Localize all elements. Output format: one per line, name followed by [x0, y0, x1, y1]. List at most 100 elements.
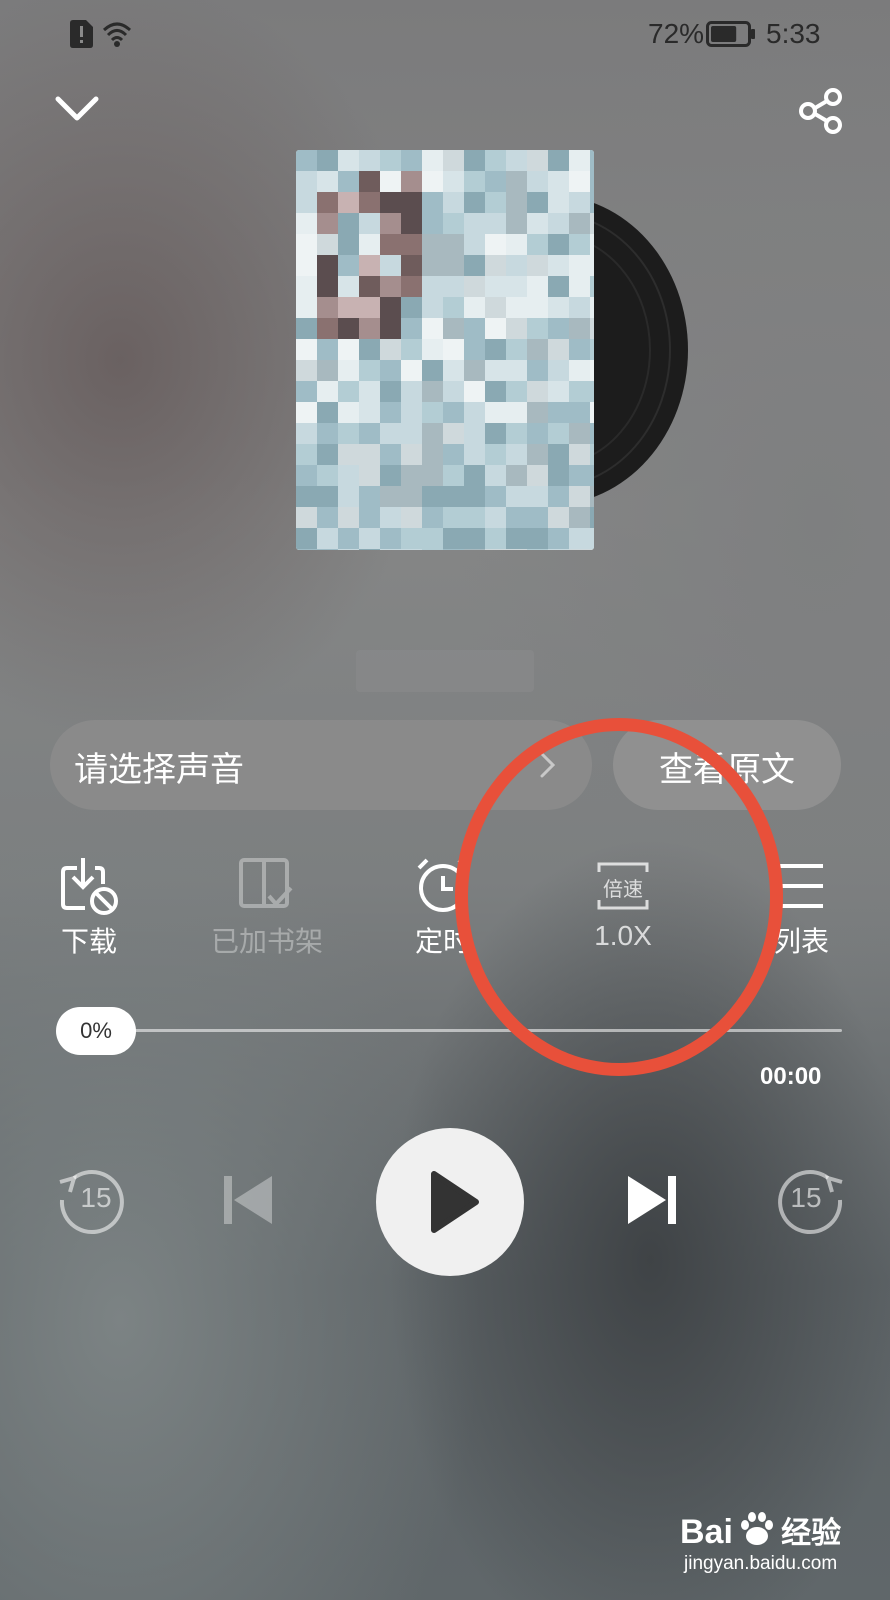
cover-pixel: [359, 213, 380, 234]
bookshelf-button[interactable]: 已加书架: [192, 856, 342, 960]
cover-pixel: [464, 423, 485, 444]
cover-pixel: [485, 171, 506, 192]
cover-pixel: [527, 486, 548, 507]
cover-pixel: [527, 318, 548, 339]
cover-pixel: [338, 381, 359, 402]
play-button[interactable]: [376, 1128, 524, 1276]
cover-pixel: [569, 381, 590, 402]
share-icon[interactable]: [796, 86, 846, 136]
cover-pixel: [401, 150, 422, 171]
cover-pixel: [422, 528, 443, 549]
cover-pixel: [338, 318, 359, 339]
cover-pixel: [338, 507, 359, 528]
cover-pixel: [506, 192, 527, 213]
download-button[interactable]: 下载: [14, 856, 164, 960]
cover-pixel: [422, 318, 443, 339]
cover-pixel: [422, 402, 443, 423]
cover-pixel: [590, 528, 594, 549]
chevron-down-icon[interactable]: [52, 85, 102, 135]
cover-pixel: [527, 444, 548, 465]
cover-pixel: [548, 255, 569, 276]
cover-pixel: [401, 444, 422, 465]
cover-pixel: [359, 465, 380, 486]
cover-pixel: [569, 507, 590, 528]
cover-pixel: [359, 171, 380, 192]
forward-15-button[interactable]: 15: [770, 1160, 850, 1240]
cover-pixel: [317, 549, 338, 550]
cover-pixel: [548, 171, 569, 192]
cover-pixel: [569, 213, 590, 234]
cover-pixel: [296, 549, 317, 550]
cover-pixel: [527, 507, 548, 528]
cover-pixel: [548, 528, 569, 549]
cover-pixel: [422, 276, 443, 297]
progress-thumb[interactable]: 0%: [56, 1007, 136, 1055]
cover-pixel: [485, 486, 506, 507]
cover-pixel: [296, 465, 317, 486]
cover-pixel: [380, 150, 401, 171]
cover-pixel: [401, 255, 422, 276]
cover-pixel: [443, 318, 464, 339]
cover-pixel: [590, 297, 594, 318]
cover-pixel: [401, 297, 422, 318]
cover-pixel: [317, 339, 338, 360]
cover-pixel: [401, 465, 422, 486]
cover-pixel: [359, 549, 380, 550]
cover-pixel: [380, 255, 401, 276]
forward-seconds: 15: [790, 1182, 822, 1213]
cover-pixel: [548, 339, 569, 360]
cover-pixel: [401, 507, 422, 528]
duration-time: 00:00: [760, 1063, 822, 1090]
cover-pixel: [464, 171, 485, 192]
cover-pixel: [485, 381, 506, 402]
cover-pixel: [527, 402, 548, 423]
cover-pixel: [380, 171, 401, 192]
cover-pixel: [569, 339, 590, 360]
cover-pixel: [506, 402, 527, 423]
cover-pixel: [485, 360, 506, 381]
cover-pixel: [569, 171, 590, 192]
cover-pixel: [485, 507, 506, 528]
cover-pixel: [485, 192, 506, 213]
cover-pixel: [464, 297, 485, 318]
rewind-15-button[interactable]: 15: [52, 1160, 132, 1240]
cover-pixel: [422, 213, 443, 234]
cover-pixel: [548, 360, 569, 381]
cover-pixel: [443, 528, 464, 549]
cover-pixel: [317, 150, 338, 171]
battery-icon: [706, 21, 755, 47]
cover-pixel: [359, 402, 380, 423]
cover-pixel: [380, 402, 401, 423]
cover-pixel: [527, 423, 548, 444]
cover-pixel: [569, 444, 590, 465]
cover-pixel: [338, 276, 359, 297]
cover-pixel: [338, 234, 359, 255]
cover-pixel: [485, 213, 506, 234]
cover-pixel: [548, 297, 569, 318]
cover-pixel: [506, 381, 527, 402]
cover-pixel: [464, 234, 485, 255]
cover-pixel: [485, 402, 506, 423]
previous-icon[interactable]: [208, 1160, 288, 1240]
cover-pixel: [359, 318, 380, 339]
cover-pixel: [401, 423, 422, 444]
cover-pixel: [464, 465, 485, 486]
cover-pixel: [401, 234, 422, 255]
cover-pixel: [485, 339, 506, 360]
baidu-watermark: Bai 经验: [680, 1508, 841, 1552]
next-icon[interactable]: [612, 1160, 692, 1240]
cover-pixel: [590, 381, 594, 402]
cover-pixel: [590, 423, 594, 444]
album-cover[interactable]: [296, 150, 594, 550]
cover-pixel: [527, 276, 548, 297]
cover-pixel: [380, 465, 401, 486]
cover-pixel: [443, 255, 464, 276]
status-bar: [0, 0, 890, 70]
red-circle-annotation: [455, 718, 783, 1076]
cover-pixel: [317, 234, 338, 255]
cover-pixel: [464, 192, 485, 213]
cover-pixel: [296, 171, 317, 192]
cover-pixel: [569, 234, 590, 255]
cover-pixel: [422, 150, 443, 171]
cover-pixel: [590, 465, 594, 486]
